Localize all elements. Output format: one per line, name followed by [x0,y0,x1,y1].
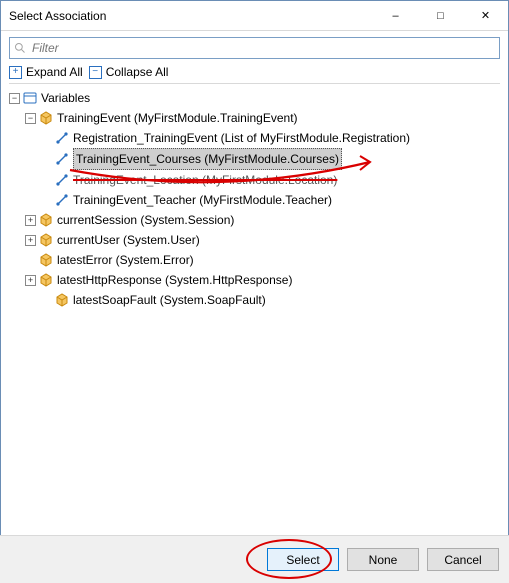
search-icon [14,42,26,54]
tree-node-variables[interactable]: − Variables [9,88,500,108]
entity-icon [39,253,53,267]
node-label: currentUser (System.User) [57,230,200,250]
node-label: latestError (System.Error) [57,250,194,270]
node-label: Variables [41,88,90,108]
entity-icon [55,293,69,307]
association-icon [55,152,69,166]
association-icon [55,131,69,145]
tree-node-courses[interactable]: TrainingEvent_Courses (MyFirstModule.Cou… [9,148,500,170]
cancel-button[interactable]: Cancel [427,548,499,571]
tree-node-latest-http-response[interactable]: + latestHttpResponse (System.HttpRespons… [9,270,500,290]
tree-node-latest-error[interactable]: latestError (System.Error) [9,250,500,270]
expand-icon[interactable]: + [25,275,36,286]
association-icon [55,193,69,207]
plus-icon: + [9,66,22,79]
entity-icon [39,233,53,247]
tree-node-current-user[interactable]: + currentUser (System.User) [9,230,500,250]
maximize-button[interactable]: □ [418,1,463,31]
dialog-footer: Select None Cancel [0,535,509,583]
tree: − Variables − TrainingEvent (MyFirstModu… [9,88,500,310]
window-title: Select Association [1,9,373,23]
close-button[interactable]: ✕ [463,1,508,31]
entity-icon [39,111,53,125]
entity-icon [39,273,53,287]
select-button[interactable]: Select [267,548,339,571]
minus-icon: − [89,66,102,79]
expand-icon[interactable]: + [25,215,36,226]
node-label: TrainingEvent_Location (MyFirstModule.Lo… [73,170,337,190]
node-label: latestSoapFault (System.SoapFault) [73,290,266,310]
minimize-button[interactable]: – [373,1,418,31]
none-button[interactable]: None [347,548,419,571]
collapse-all-button[interactable]: − Collapse All [89,65,169,79]
tree-node-latest-soap-fault[interactable]: latestSoapFault (System.SoapFault) [9,290,500,310]
content-area: + Expand All − Collapse All − Variables … [1,31,508,310]
node-label: TrainingEvent (MyFirstModule.TrainingEve… [57,108,298,128]
titlebar: Select Association – □ ✕ [1,1,508,31]
entity-icon [39,213,53,227]
filter-input[interactable] [30,40,495,56]
tree-node-location[interactable]: TrainingEvent_Location (MyFirstModule.Lo… [9,170,500,190]
node-label: latestHttpResponse (System.HttpResponse) [57,270,292,290]
collapse-icon[interactable]: − [9,93,20,104]
tree-node-training-event[interactable]: − TrainingEvent (MyFirstModule.TrainingE… [9,108,500,128]
expand-all-label: Expand All [26,65,83,79]
association-icon [55,173,69,187]
toolbar: + Expand All − Collapse All [9,59,500,84]
node-label: TrainingEvent_Teacher (MyFirstModule.Tea… [73,190,332,210]
tree-node-registration[interactable]: Registration_TrainingEvent (List of MyFi… [9,128,500,148]
filter-field[interactable] [9,37,500,59]
tree-node-teacher[interactable]: TrainingEvent_Teacher (MyFirstModule.Tea… [9,190,500,210]
expand-icon[interactable]: + [25,235,36,246]
tree-node-current-session[interactable]: + currentSession (System.Session) [9,210,500,230]
node-label: Registration_TrainingEvent (List of MyFi… [73,128,410,148]
collapse-all-label: Collapse All [106,65,169,79]
node-label-selected: TrainingEvent_Courses (MyFirstModule.Cou… [73,148,342,170]
variables-icon [23,91,37,105]
node-label: currentSession (System.Session) [57,210,234,230]
collapse-icon[interactable]: − [25,113,36,124]
expand-all-button[interactable]: + Expand All [9,65,83,79]
